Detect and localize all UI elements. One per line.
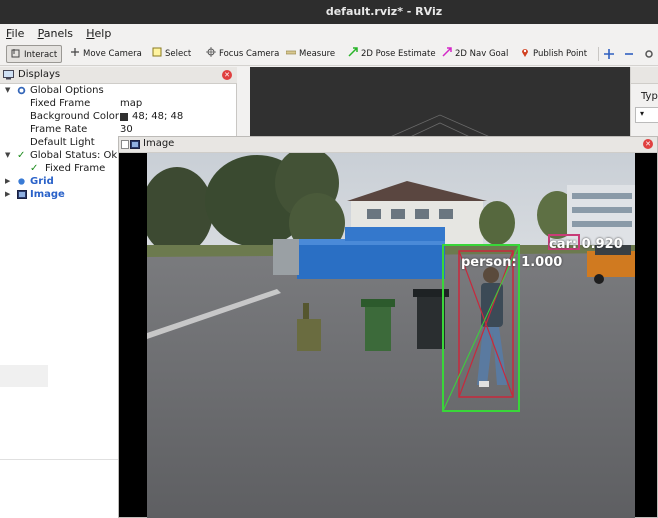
- camera-scene: [147, 153, 635, 518]
- global-status-label: Global Status: Ok: [30, 150, 118, 161]
- checkmark-icon: ✓: [30, 163, 39, 174]
- background-color-label: Background Color: [30, 111, 119, 122]
- frame-rate-value[interactable]: 30: [120, 123, 133, 136]
- image-label: Image: [30, 189, 65, 200]
- map-pin-icon: [522, 49, 528, 57]
- menu-help[interactable]: Help: [86, 27, 111, 40]
- displays-title: Displays: [18, 69, 61, 80]
- interact-label: Interact: [24, 50, 58, 60]
- focus-camera-tool-button[interactable]: Focus Camera: [202, 45, 283, 63]
- green-arrow-icon: [348, 47, 358, 57]
- tool-bar: Interact Move Camera Select Focus Camera…: [0, 42, 658, 66]
- status-fixed-frame-label: Fixed Frame: [45, 163, 106, 174]
- pose-estimate-tool-button[interactable]: 2D Pose Estimate: [344, 45, 440, 63]
- tree-item-global-options[interactable]: ▼ Global Options: [0, 84, 237, 97]
- expand-arrow-icon[interactable]: ▼: [5, 84, 10, 97]
- window-title: default.rviz* - RViz: [325, 5, 443, 18]
- grid-display-icon: [18, 178, 25, 185]
- detection-label-person: person: 1.000: [461, 255, 563, 270]
- image-window-close-icon[interactable]: ✕: [643, 139, 653, 149]
- monitor-icon: [3, 70, 14, 80]
- combobox-arrow-icon: ▾: [640, 109, 645, 118]
- magenta-arrow-icon: [442, 47, 452, 57]
- color-swatch[interactable]: [120, 113, 128, 121]
- measure-label: Measure: [299, 49, 336, 59]
- displays-panel-header: Displays ✕: [0, 67, 237, 84]
- displays-close-icon[interactable]: ✕: [222, 70, 232, 80]
- remove-tool-button[interactable]: [624, 45, 638, 63]
- render-view-3d[interactable]: [250, 67, 630, 147]
- panel-button-area: [0, 365, 48, 387]
- panel-divider: [0, 459, 120, 460]
- grid-label: Grid: [30, 176, 54, 187]
- window-titlebar: default.rviz* - RViz: [0, 0, 658, 24]
- move-camera-icon: [71, 48, 79, 56]
- nav-goal-label: 2D Nav Goal: [455, 49, 509, 59]
- tree-item-frame-rate[interactable]: Frame Rate 30: [0, 123, 237, 136]
- focus-camera-label: Focus Camera: [219, 49, 280, 59]
- fixed-frame-value[interactable]: map: [120, 97, 142, 110]
- publish-point-label: Publish Point: [533, 49, 588, 59]
- image-window[interactable]: Image ✕ person: 1.000 car: 0.920: [118, 136, 658, 518]
- type-label: Typ: [641, 91, 658, 102]
- checkmark-icon: ✓: [17, 150, 26, 161]
- views-panel-header: [631, 67, 658, 84]
- nav-goal-tool-button[interactable]: 2D Nav Goal: [438, 45, 512, 63]
- expand-arrow-icon[interactable]: ▼: [5, 149, 10, 162]
- move-camera-tool-button[interactable]: Move Camera: [66, 45, 146, 63]
- tool-options-button[interactable]: [644, 45, 658, 63]
- camera-image: person: 1.000 car: 0.920: [147, 153, 635, 518]
- measure-tool-button[interactable]: Measure: [282, 45, 339, 63]
- type-combobox[interactable]: ▾: [635, 107, 658, 123]
- global-options-label: Global Options: [30, 85, 104, 96]
- focus-camera-icon: [206, 47, 216, 57]
- frame-rate-label: Frame Rate: [30, 124, 88, 135]
- image-display-icon: [130, 140, 140, 149]
- gear-icon: [645, 50, 653, 58]
- move-camera-label: Move Camera: [83, 49, 142, 59]
- image-display-icon: [17, 190, 27, 199]
- toolbar-divider: [598, 47, 599, 61]
- image-window-header: Image ✕: [119, 137, 657, 153]
- gear-icon: [17, 86, 26, 95]
- menu-file[interactable]: File: [6, 27, 24, 40]
- select-label: Select: [165, 49, 192, 59]
- publish-point-tool-button[interactable]: Publish Point: [516, 45, 591, 63]
- detection-label-car: car: 0.920: [549, 237, 623, 252]
- select-icon: [152, 47, 162, 57]
- dock-icon[interactable]: [121, 140, 129, 149]
- collapse-arrow-icon[interactable]: ▶: [5, 175, 10, 188]
- grid-lines: [389, 114, 491, 138]
- ruler-icon: [286, 50, 296, 55]
- interact-tool-button[interactable]: Interact: [6, 45, 63, 63]
- collapse-arrow-icon[interactable]: ▶: [5, 188, 10, 201]
- menu-bar: File Panels Help: [0, 24, 658, 42]
- add-tool-button[interactable]: [604, 45, 618, 63]
- image-window-title: Image: [143, 138, 175, 149]
- minus-icon: [625, 53, 633, 55]
- crosshair-plus-icon: [604, 49, 614, 59]
- menu-panels[interactable]: Panels: [38, 27, 73, 40]
- tree-item-fixed-frame[interactable]: Fixed Frame map: [0, 97, 237, 110]
- select-tool-button[interactable]: Select: [148, 45, 195, 63]
- default-light-label: Default Light: [30, 137, 95, 148]
- pose-estimate-label: 2D Pose Estimate: [361, 49, 436, 59]
- cursor-icon: [11, 49, 20, 58]
- background-color-value[interactable]: 48; 48; 48: [132, 110, 183, 123]
- fixed-frame-label: Fixed Frame: [30, 98, 91, 109]
- tree-item-background-color[interactable]: Background Color 48; 48; 48: [0, 110, 237, 123]
